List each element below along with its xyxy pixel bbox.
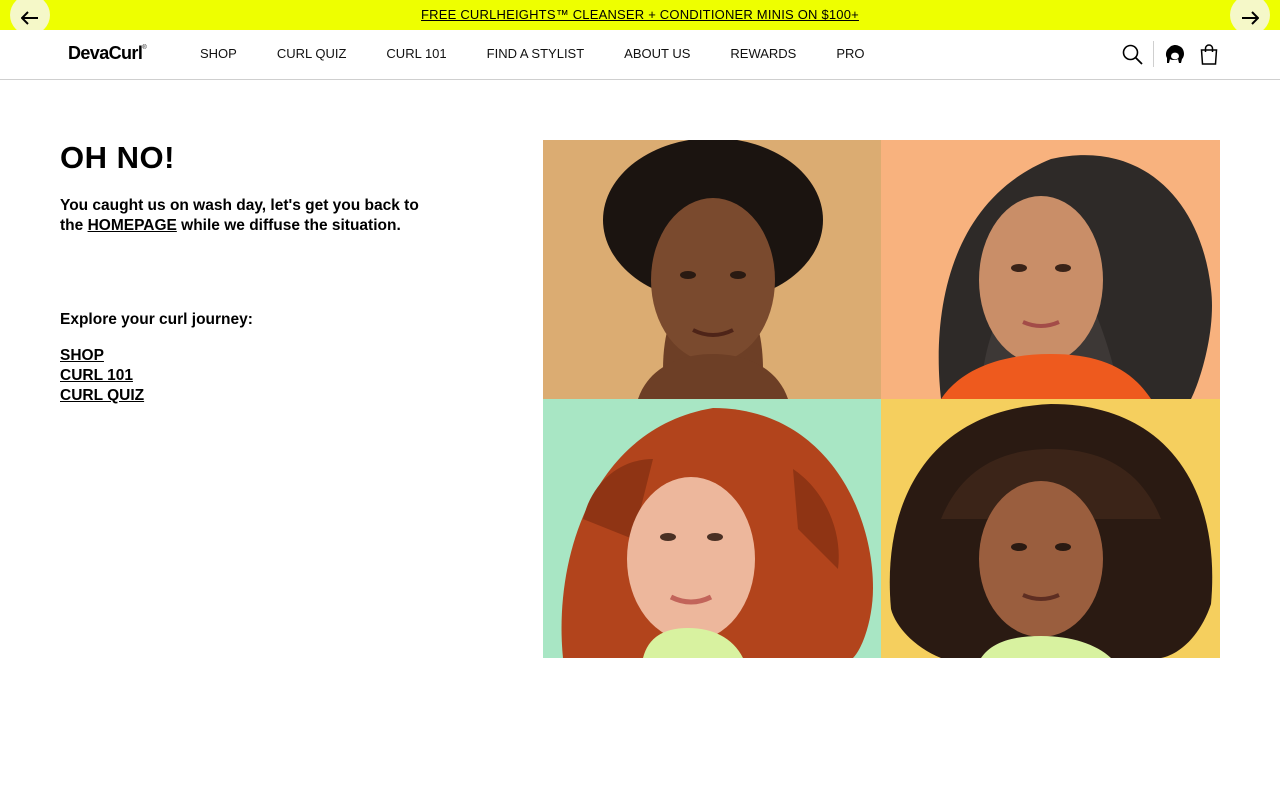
- portrait-tile: [881, 140, 1220, 399]
- logo-registered-mark: ®: [142, 45, 147, 51]
- explore-heading: Explore your curl journey:: [60, 311, 253, 328]
- site-logo[interactable]: DevaCurl®: [68, 43, 147, 64]
- explore-link-shop[interactable]: SHOP: [60, 346, 144, 366]
- arrow-right-icon: [1242, 10, 1259, 25]
- nav-item-find-a-stylist[interactable]: FIND A STYLIST: [487, 46, 585, 61]
- intro-text-end: while we diffuse the situation.: [176, 217, 401, 234]
- nav-item-shop[interactable]: SHOP: [200, 46, 237, 61]
- portrait-image-dark-brown-curls: [881, 399, 1220, 658]
- portrait-tile: [543, 399, 881, 658]
- nav-item-curl-quiz[interactable]: CURL QUIZ: [277, 46, 347, 61]
- nav-item-curl-101[interactable]: CURL 101: [386, 46, 446, 61]
- portrait-image-red-curls: [543, 399, 881, 658]
- search-icon: [1122, 44, 1143, 65]
- promo-message: FREE CURLHEIGHTS™ CLEANSER + CONDITIONER…: [0, 7, 1280, 22]
- cart-button[interactable]: [1198, 42, 1220, 66]
- intro-text: You caught us on wash day, let's get you…: [60, 196, 420, 236]
- nav-item-rewards[interactable]: REWARDS: [730, 46, 796, 61]
- portrait-tile: [881, 399, 1220, 658]
- portrait-image-short-coily-hair: [543, 140, 881, 399]
- shopping-bag-icon: [1200, 43, 1218, 65]
- nav-item-about-us[interactable]: ABOUT US: [624, 46, 690, 61]
- account-button[interactable]: [1164, 42, 1186, 66]
- tools-divider: [1153, 41, 1154, 67]
- explore-link-curl-101[interactable]: CURL 101: [60, 366, 144, 386]
- page-title: OH NO!: [60, 140, 175, 175]
- portrait-grid: [543, 140, 1220, 658]
- main-nav: SHOP CURL QUIZ CURL 101 FIND A STYLIST A…: [200, 46, 905, 61]
- promo-bar: FREE CURLHEIGHTS™ CLEANSER + CONDITIONER…: [0, 0, 1280, 35]
- explore-links: SHOP CURL 101 CURL QUIZ: [60, 346, 144, 406]
- curl-profile-icon: [1165, 44, 1184, 63]
- homepage-link[interactable]: HOMEPAGE: [88, 217, 177, 234]
- explore-link-curl-quiz[interactable]: CURL QUIZ: [60, 386, 144, 406]
- site-header: DevaCurl® SHOP CURL QUIZ CURL 101 FIND A…: [0, 30, 1280, 80]
- portrait-image-long-gray-curls: [881, 140, 1220, 399]
- header-tools: [1121, 41, 1220, 67]
- nav-item-pro[interactable]: PRO: [836, 46, 864, 61]
- search-button[interactable]: [1121, 42, 1143, 66]
- logo-text: DevaCurl: [68, 43, 143, 63]
- portrait-tile: [543, 140, 881, 399]
- promo-link[interactable]: FREE CURLHEIGHTS™ CLEANSER + CONDITIONER…: [421, 7, 859, 22]
